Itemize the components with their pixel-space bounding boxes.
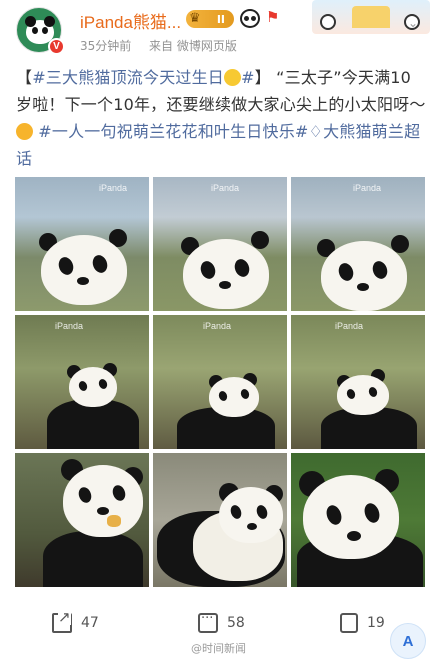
- news-watermark: @时间新闻: [191, 642, 246, 655]
- photo-3[interactable]: iPanda: [291, 177, 425, 311]
- photo-grid: iPanda iPanda iPanda iPanda iPanda iPand…: [15, 177, 427, 587]
- bracket-open: 【: [16, 68, 33, 87]
- crown-icon: ♛: [189, 11, 201, 26]
- verified-badge-icon: V: [48, 38, 65, 55]
- share-button[interactable]: 47: [52, 609, 99, 634]
- chevron-down-icon[interactable]: ⌄: [408, 16, 420, 30]
- comment-icon: [198, 611, 218, 633]
- action-bar: 47 58 19: [0, 604, 440, 642]
- photo-4[interactable]: iPanda: [15, 315, 149, 449]
- photo-2[interactable]: iPanda: [153, 177, 287, 311]
- hashtag-birthday[interactable]: #三大熊猫顶流今天过生日 #: [32, 68, 254, 87]
- photo-watermark: iPanda: [99, 183, 128, 193]
- flag-badge-icon[interactable]: ⚑: [266, 8, 279, 26]
- photo-watermark: iPanda: [55, 321, 84, 331]
- photo-watermark: iPanda: [335, 321, 364, 331]
- photo-watermark: iPanda: [203, 321, 232, 331]
- panda-left-decoration-icon: [320, 14, 336, 30]
- share-icon: [52, 609, 72, 633]
- photo-watermark: iPanda: [353, 183, 382, 193]
- bracket-close: 】: [254, 68, 271, 87]
- like-button[interactable]: 19: [340, 612, 385, 634]
- post-header: V iPanda熊猫... ♛ II ⚑ 35分钟前 来自 微博网页版 ⌄: [0, 0, 440, 62]
- post-content: 【#三大熊猫顶流今天过生日 #】 “三太子”今天满10岁啦！下一个10年，还要继续…: [16, 64, 426, 172]
- photo-8[interactable]: [153, 453, 287, 587]
- post-source: 来自 微博网页版: [149, 39, 237, 53]
- photo-1[interactable]: iPanda: [15, 177, 149, 311]
- share-count: 47: [81, 615, 99, 631]
- panda-badge-icon[interactable]: [240, 9, 260, 28]
- hashtag-wishes[interactable]: #一人一句祝萌兰花花和叶生日快乐#: [38, 122, 308, 141]
- photo-7[interactable]: [15, 453, 149, 587]
- level-badge[interactable]: ♛ II: [186, 10, 234, 28]
- cake-icon: [352, 6, 390, 28]
- translate-float-button[interactable]: A: [390, 623, 426, 659]
- thumbs-up-icon: [340, 613, 358, 633]
- comment-count: 58: [227, 615, 245, 631]
- scream-emoji-icon: [224, 69, 242, 86]
- diamond-icon: ♢: [308, 122, 324, 141]
- post-timestamp: 35分钟前: [80, 39, 132, 53]
- username-link[interactable]: iPanda熊猫...: [80, 8, 181, 33]
- photo-9[interactable]: [291, 453, 425, 587]
- photo-6[interactable]: iPanda: [291, 315, 425, 449]
- avatar-ear-left: [25, 16, 36, 27]
- avatar-eye-left: [32, 27, 38, 34]
- holding-back-tears-emoji-icon: [16, 123, 33, 140]
- photo-watermark: iPanda: [211, 183, 240, 193]
- avatar-ear-right: [44, 16, 55, 27]
- level-text: II: [216, 12, 225, 26]
- comment-button[interactable]: 58: [198, 611, 245, 634]
- like-count: 19: [367, 615, 385, 631]
- photo-5[interactable]: iPanda: [153, 315, 287, 449]
- avatar-eye-right: [42, 27, 48, 34]
